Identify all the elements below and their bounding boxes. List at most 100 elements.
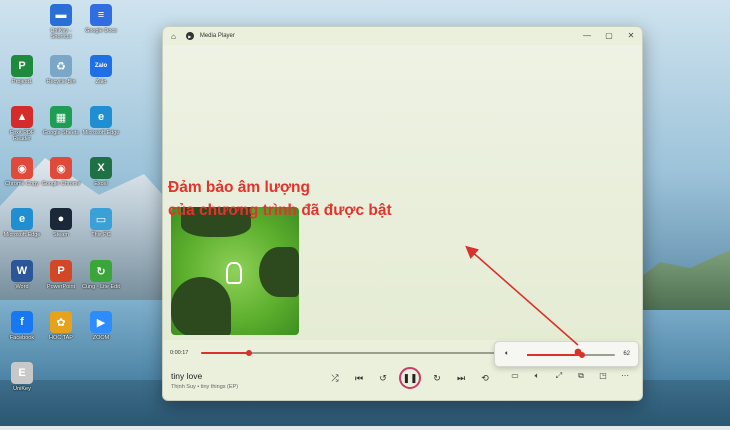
desktop-icon[interactable]: e Microsoft Edge [81, 106, 121, 136]
desktop-app-icon: E [11, 362, 33, 384]
desktop-icon[interactable]: X Excel [81, 157, 121, 187]
desktop-icon[interactable]: ♻ Recycle Bin [41, 55, 81, 85]
desktop-icon[interactable]: E UniKey [2, 362, 42, 392]
volume-slider-fill [527, 354, 582, 356]
forward-30-icon[interactable]: ↻ [425, 373, 449, 384]
next-icon[interactable]: ⏭︎ [449, 373, 473, 384]
desktop-app-icon: ▭ [90, 208, 112, 230]
desktop-icon-label: Excel [94, 181, 108, 187]
desktop-icon[interactable]: ● Steam [41, 208, 81, 238]
desktop-icon-label: Google Sheets [42, 130, 80, 136]
volume-slider[interactable] [527, 352, 615, 358]
cast-icon[interactable]: ⧉ [570, 371, 592, 381]
desktop-icon[interactable]: W Word [2, 260, 42, 290]
volume-icon[interactable]: 🔈︎ [526, 371, 548, 381]
desktop-app-icon: ♻ [50, 55, 72, 77]
annotation-line-2: của chương trình đã được bật [168, 202, 392, 219]
desktop-app-icon: P [50, 260, 72, 282]
desktop-icon-label: Word [15, 284, 29, 290]
desktop-icon-label: Google Chrome [41, 181, 81, 187]
desktop-icon-label: PowerPoint [46, 284, 76, 290]
desktop-app-icon: ✿ [50, 311, 72, 333]
desktop-icon[interactable]: ▲ Foxit PDF Reader [2, 106, 42, 142]
close-button[interactable]: ✕ [620, 27, 642, 45]
desktop-app-icon: ≡ [90, 4, 112, 26]
desktop-app-icon: ● [50, 208, 72, 230]
desktop-icon-label: This PC [91, 232, 111, 238]
desktop-icon-label: Microsoft Edge [82, 130, 120, 136]
volume-value: 62 [623, 351, 630, 357]
desktop-icon[interactable]: ✿ HOC TAP [41, 311, 81, 341]
seek-bar-fill [201, 352, 249, 354]
desktop-app-icon: f [11, 311, 33, 333]
desktop-icon[interactable]: ▶ ZOOM [81, 311, 121, 341]
speaker-icon[interactable]: 🔈︎ [505, 350, 509, 358]
minimize-button[interactable]: — [576, 27, 598, 45]
desktop-icon-label: UniKey [13, 386, 31, 392]
playback-controls: ⤮ ⏮︎ ↺ ❚❚ ↻ ⏭︎ ⟲ [323, 367, 497, 389]
pause-button[interactable]: ❚❚ [399, 367, 421, 389]
wallpaper-island [630, 250, 730, 310]
home-icon[interactable]: ⌂ [171, 32, 176, 41]
taskbar [0, 426, 730, 430]
window-controls: — ▢ ✕ [576, 27, 642, 45]
desktop-icon-label: Facebook [9, 335, 35, 341]
album-art-figure [226, 262, 242, 284]
desktop-icon[interactable]: P Project1 [2, 55, 42, 85]
annotation-line-1: Đảm bảo âm lượng [168, 179, 310, 196]
seek-bar[interactable] [201, 350, 501, 356]
playback-bar: tiny love Thịnh Suy • tiny things (EP) ⤮… [163, 363, 642, 400]
song-subtitle: Thịnh Suy • tiny things (EP) [171, 384, 239, 390]
volume-slider-thumb[interactable] [578, 352, 585, 358]
previous-icon[interactable]: ⏮︎ [347, 373, 371, 384]
desktop-icon[interactable]: ↻ Cung - Lite Edit [81, 260, 121, 290]
desktop-icon-label: Recycle Bin [46, 79, 76, 85]
desktop-icon-label: ZOOM [92, 335, 110, 341]
desktop-icon[interactable]: Zalo Zalo [81, 55, 121, 85]
desktop-icon-label: Zalo [95, 79, 107, 85]
fullscreen-icon[interactable]: ⤢ [548, 371, 570, 381]
desktop-app-icon: e [90, 106, 112, 128]
desktop-app-icon: ▦ [50, 106, 72, 128]
desktop-app-icon: P [11, 55, 33, 77]
desktop-icon[interactable]: P PowerPoint [41, 260, 81, 290]
captions-icon[interactable]: ▭ [504, 371, 526, 381]
shuffle-icon[interactable]: ⤮ [323, 373, 347, 384]
maximize-button[interactable]: ▢ [598, 27, 620, 45]
desktop-app-icon: ◉ [11, 157, 33, 179]
desktop-icon[interactable]: e Microsoft Edge [2, 208, 42, 238]
repeat-icon[interactable]: ⟲ [473, 373, 497, 384]
title-bar[interactable]: ⌂ ▶ Media Player — ▢ ✕ [163, 27, 642, 45]
desktop-icon[interactable]: f Facebook [2, 311, 42, 341]
desktop-icon-label: Microsoft Edge [3, 232, 41, 238]
desktop-app-icon: ▲ [11, 106, 33, 128]
elapsed-time: 0:00:17 [170, 350, 189, 356]
desktop-app-icon: ▶ [90, 311, 112, 333]
desktop-app-icon: X [90, 157, 112, 179]
desktop-icon[interactable]: ◉ Google Chrome [41, 157, 81, 187]
desktop-icon-label: Foxit PDF Reader [9, 130, 35, 142]
desktop-app-icon: W [11, 260, 33, 282]
desktop-app-icon: e [11, 208, 33, 230]
desktop-icon[interactable]: ▦ Google Sheets [41, 106, 81, 136]
desktop-icon-label: Project1 [11, 79, 33, 85]
rewind-10-icon[interactable]: ↺ [371, 373, 395, 384]
desktop-icon[interactable]: ◉ Chrome Copy [2, 157, 42, 187]
seek-bar-thumb[interactable] [246, 350, 252, 356]
desktop-icon[interactable]: ▭ This PC [81, 208, 121, 238]
desktop-icon[interactable]: ▬ UniKey - Shortcut [41, 4, 81, 40]
desktop-app-icon: ▬ [50, 4, 72, 26]
desktop-icon[interactable]: ≡ Google Docs [81, 4, 121, 34]
secondary-controls: ▭ 🔈︎ ⤢ ⧉ ◳ ⋯ [504, 371, 636, 381]
album-art [171, 207, 299, 335]
desktop-icon-label: Cung - Lite Edit [82, 284, 120, 290]
desktop-icon-label: Google Docs [85, 28, 117, 34]
miniplayer-icon[interactable]: ◳ [592, 371, 614, 381]
album-art-shape [259, 247, 299, 297]
more-options-icon[interactable]: ⋯ [614, 371, 636, 381]
desktop-icon-label: Steam [53, 232, 69, 238]
desktop-app-icon: ◉ [50, 157, 72, 179]
desktop-icon-area: ▬ UniKey - Shortcut ≡ Google Docs P Project1 ♻… [0, 0, 120, 430]
desktop-app-icon: Zalo [90, 55, 112, 77]
album-art-shape [171, 277, 231, 335]
